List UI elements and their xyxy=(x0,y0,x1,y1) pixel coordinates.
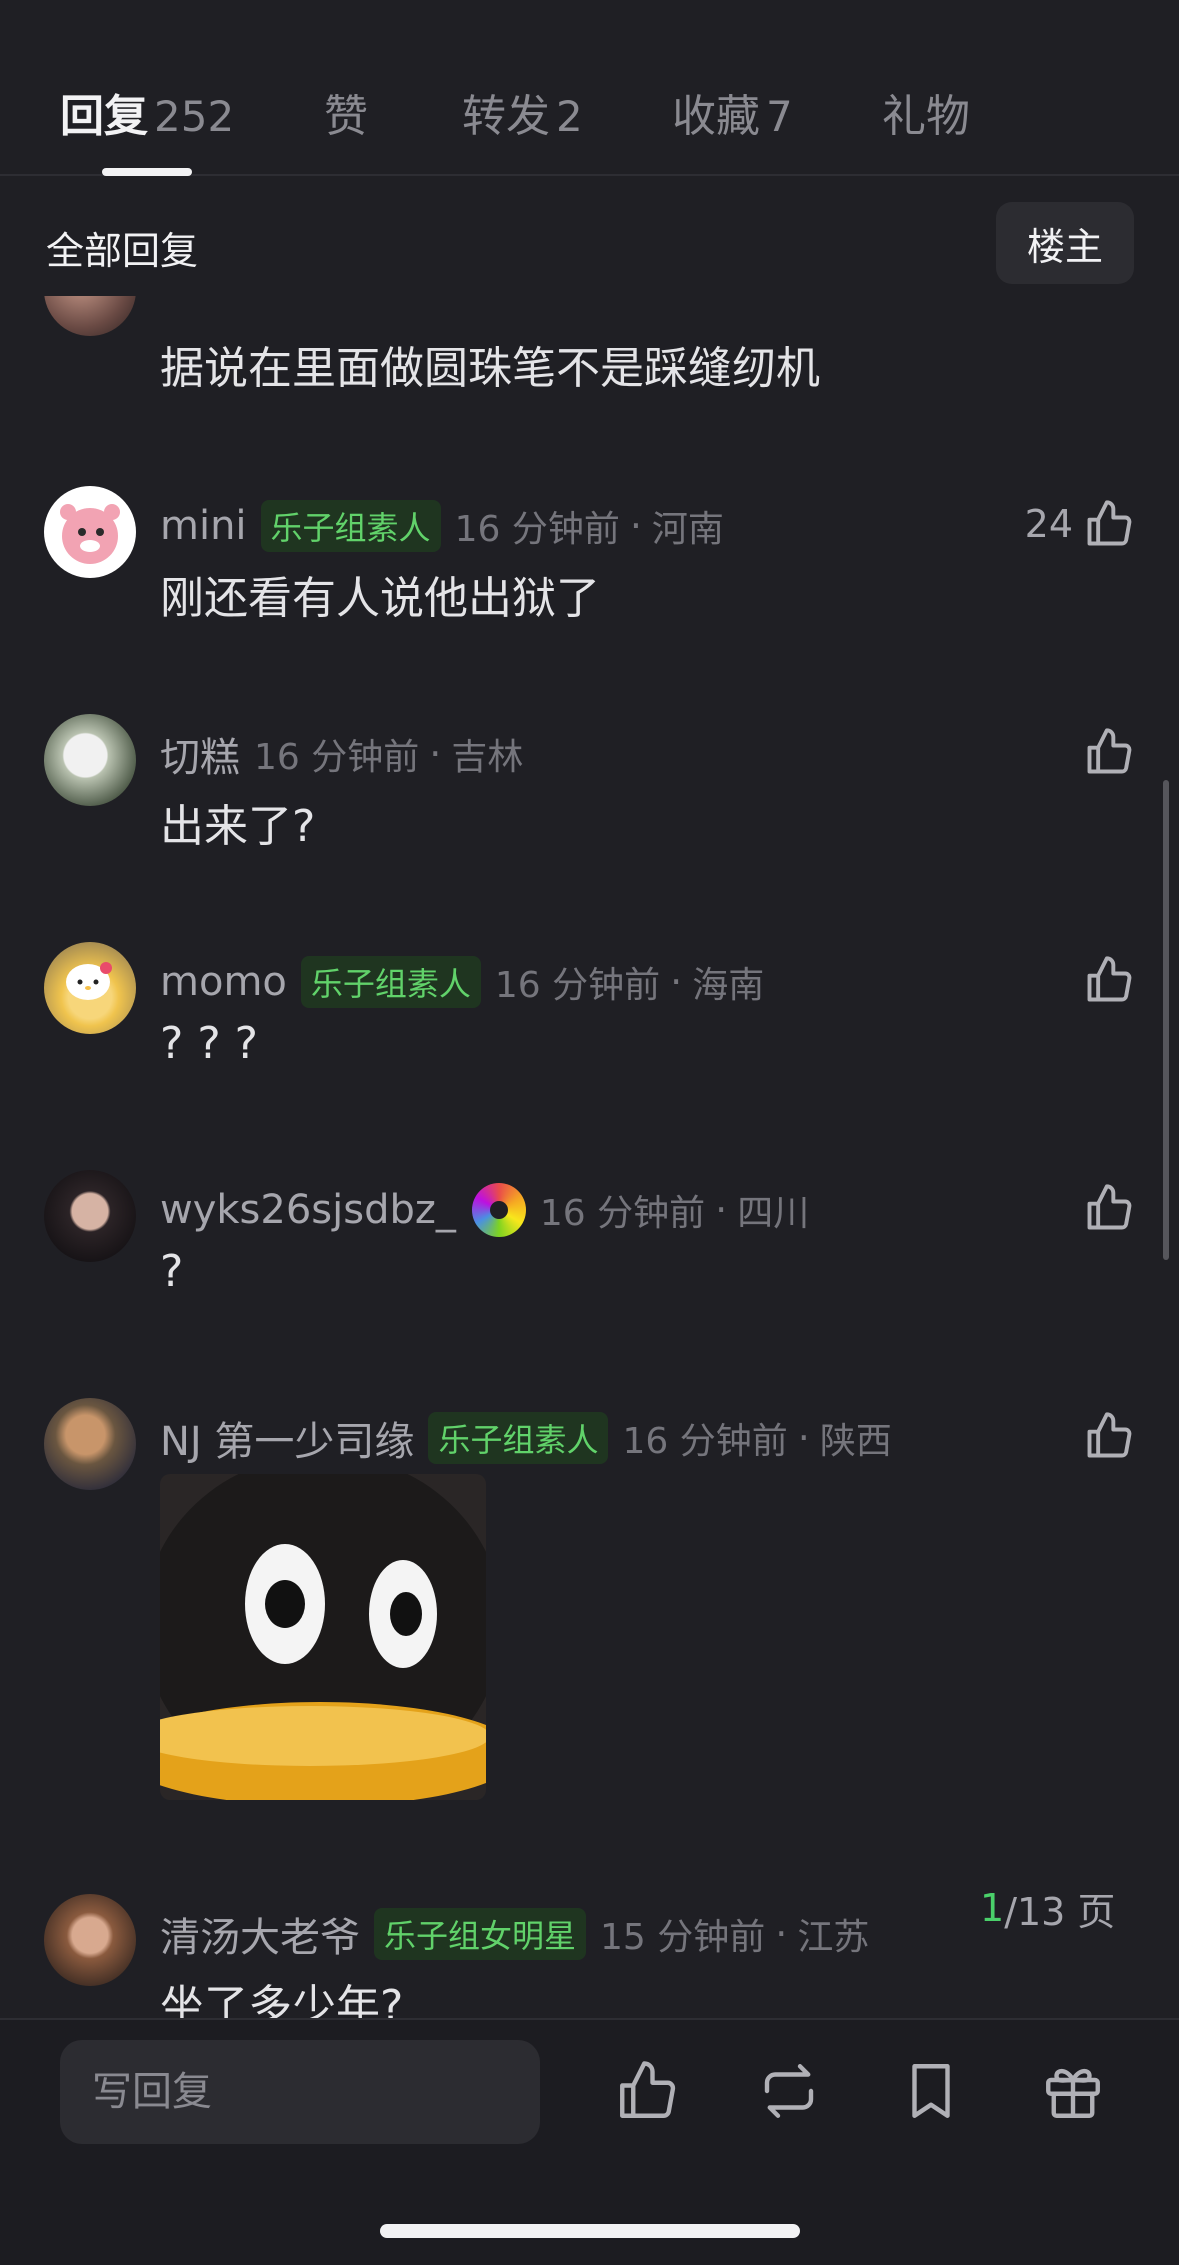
penguin-face-sticker-icon xyxy=(160,1474,486,1800)
location: 江苏 xyxy=(797,1917,870,1958)
user-badge: 乐子组女明星 xyxy=(374,1908,587,1960)
timestamp: 15 分钟前 xyxy=(600,1917,766,1958)
thumbs-up-icon xyxy=(1087,728,1132,774)
op-only-button[interactable]: 楼主 xyxy=(996,202,1134,284)
sticker-image[interactable] xyxy=(160,1474,486,1800)
comment-text: 刚还看有人说他出狱了 xyxy=(160,573,600,624)
tab-replies-label: 回复 xyxy=(60,91,148,142)
user-badge: 乐子组素人 xyxy=(300,956,481,1008)
avatar-hello-kitty-icon xyxy=(66,962,112,1000)
reply-input[interactable] xyxy=(60,2040,540,2144)
location: 陕西 xyxy=(819,1421,892,1462)
comment-text: 出来了? xyxy=(160,801,316,852)
comment-text: 坐了多少年? xyxy=(160,1981,404,2018)
tab-reposts[interactable]: 转发 2 xyxy=(462,80,583,144)
timestamp: 16 分钟前 xyxy=(254,737,420,778)
location: 河南 xyxy=(651,509,724,550)
like-icon[interactable] xyxy=(614,2058,680,2124)
like-button[interactable] xyxy=(1083,1182,1135,1234)
comment-meta: wyks26sjsdbz_ 16 分钟前 · 四川 xyxy=(160,1182,809,1238)
avatar[interactable] xyxy=(44,486,136,578)
avatar[interactable] xyxy=(44,942,136,1034)
filter-title: 全部回复 xyxy=(46,229,199,273)
tab-likes[interactable]: 赞 xyxy=(324,80,368,144)
timestamp: 16 分钟前 xyxy=(622,1421,788,1462)
tab-favorites-label: 收藏 xyxy=(672,91,760,142)
separator-dot: · xyxy=(629,504,642,548)
avatar[interactable] xyxy=(44,1398,136,1490)
comment-meta: 切糕 16 分钟前 · 吉林 xyxy=(160,726,523,782)
separator-dot: · xyxy=(429,732,442,776)
comment-meta: mini 乐子组素人 16 分钟前 · 河南 xyxy=(160,498,724,554)
comment-list[interactable]: 据说在里面做圆珠笔不是踩缝纫机 mini 乐子组素人 16 分钟前 · 河南 2… xyxy=(0,296,1179,2018)
tab-reposts-count: 2 xyxy=(556,92,583,141)
scrollbar[interactable] xyxy=(1163,780,1169,1260)
gift-icon[interactable] xyxy=(1040,2058,1106,2124)
separator-dot: · xyxy=(670,960,683,1004)
tab-reposts-label: 转发 xyxy=(462,91,550,142)
repost-icon[interactable] xyxy=(756,2058,822,2124)
tab-active-indicator xyxy=(102,168,192,176)
page-total: /13 页 xyxy=(1004,1889,1116,1934)
tab-favorites[interactable]: 收藏 7 xyxy=(672,80,793,144)
comment-meta: momo 乐子组素人 16 分钟前 · 海南 xyxy=(160,954,764,1010)
username[interactable]: mini xyxy=(160,503,247,549)
user-badge: 乐子组素人 xyxy=(260,500,441,552)
comment-text: ? ? ? xyxy=(160,1018,259,1069)
location: 四川 xyxy=(737,1193,810,1234)
tab-favorites-count: 7 xyxy=(766,92,793,141)
home-indicator[interactable] xyxy=(380,2224,800,2238)
flair-badge-icon xyxy=(471,1183,526,1237)
tab-replies-count: 252 xyxy=(154,92,235,141)
separator-dot: · xyxy=(775,1912,788,1956)
username[interactable]: 清汤大老爷 xyxy=(160,1905,360,1963)
tab-replies[interactable]: 回复 252 xyxy=(60,80,234,144)
avatar-pink-bear-icon xyxy=(60,504,120,564)
timestamp: 16 分钟前 xyxy=(494,965,661,1006)
avatar[interactable] xyxy=(44,1170,136,1262)
username[interactable]: NJ 第一少司缘 xyxy=(160,1409,414,1467)
comment-text: 据说在里面做圆珠笔不是踩缝纫机 xyxy=(160,343,820,394)
timestamp: 16 分钟前 xyxy=(454,509,620,550)
username[interactable]: momo xyxy=(160,959,287,1005)
tab-gifts-label: 礼物 xyxy=(882,91,970,142)
location: 吉林 xyxy=(451,737,524,778)
username[interactable]: wyks26sjsdbz_ xyxy=(160,1187,456,1233)
page-current: 1 xyxy=(980,1886,1005,1930)
location: 海南 xyxy=(692,965,765,1006)
thumbs-up-icon xyxy=(1087,1184,1132,1230)
tab-likes-label: 赞 xyxy=(324,91,368,142)
like-count: 24 xyxy=(1024,502,1073,546)
like-button[interactable]: 24 xyxy=(1025,498,1135,550)
bottom-action-bar xyxy=(0,2018,1179,2265)
tab-gifts[interactable]: 礼物 xyxy=(882,80,970,144)
avatar[interactable] xyxy=(44,1894,136,1986)
thumbs-up-icon xyxy=(1087,956,1132,1002)
comment-text: ? xyxy=(160,1246,184,1297)
comment-meta: 清汤大老爷 乐子组女明星 15 分钟前 · 江苏 xyxy=(160,1906,869,1962)
bookmark-icon[interactable] xyxy=(898,2058,964,2124)
thumbs-up-icon xyxy=(1087,500,1132,546)
separator-dot: · xyxy=(715,1188,728,1232)
page-indicator[interactable]: 1/13 页 xyxy=(960,1880,1136,1936)
thumbs-up-icon xyxy=(1087,1412,1132,1458)
username[interactable]: 切糕 xyxy=(160,725,240,783)
timestamp: 16 分钟前 xyxy=(539,1193,706,1234)
separator-dot: · xyxy=(797,1416,810,1460)
like-button[interactable] xyxy=(1083,1410,1135,1462)
like-button[interactable] xyxy=(1083,726,1135,778)
avatar[interactable] xyxy=(44,714,136,806)
comment-meta: NJ 第一少司缘 乐子组素人 16 分钟前 · 陕西 xyxy=(160,1410,892,1466)
like-button[interactable] xyxy=(1083,954,1135,1006)
user-badge: 乐子组素人 xyxy=(428,1412,609,1464)
tab-bar: 回复 252 赞 转发 2 收藏 7 礼物 xyxy=(0,0,1179,176)
avatar[interactable] xyxy=(44,296,136,336)
